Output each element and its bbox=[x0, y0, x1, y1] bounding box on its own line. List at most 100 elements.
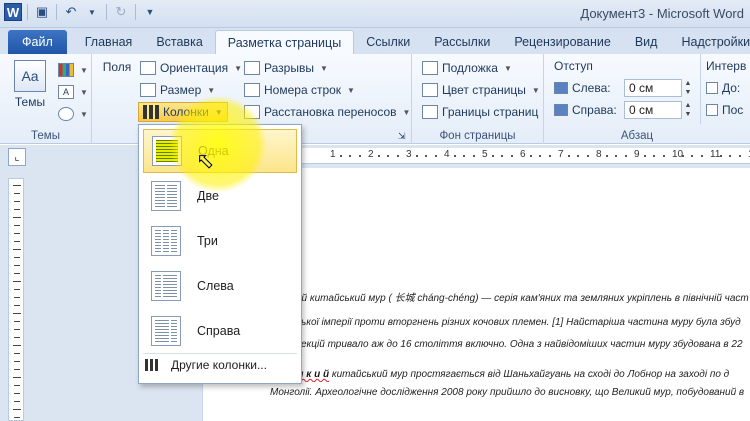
ruler-tick bbox=[13, 409, 21, 410]
tab-review[interactable]: Рецензирование bbox=[502, 30, 623, 54]
vertical-ruler[interactable] bbox=[8, 178, 24, 421]
page-color-button[interactable]: Цвет страницы ▼ bbox=[422, 80, 540, 100]
indent-title: Отступ bbox=[554, 59, 593, 73]
tab-page-layout[interactable]: Разметка страницы bbox=[214, 30, 355, 54]
ruler-dot bbox=[539, 155, 541, 157]
ruler-tick bbox=[14, 353, 20, 354]
save-icon[interactable]: ▣ bbox=[33, 3, 51, 21]
margins-button[interactable]: Поля bbox=[100, 60, 328, 260]
ruler-tick bbox=[14, 201, 20, 202]
ruler-tick bbox=[14, 193, 20, 194]
columns-option-right[interactable]: Справа bbox=[143, 309, 297, 353]
columns-option-two[interactable]: Две bbox=[143, 174, 297, 218]
columns-option-one[interactable]: Одна bbox=[143, 129, 297, 173]
document-line-4: В е л и к и й китайський мур простягаєть… bbox=[270, 368, 750, 382]
tab-mailings[interactable]: Рассылки bbox=[422, 30, 502, 54]
orientation-label: Ориентация bbox=[160, 61, 229, 75]
indent-left-spinner[interactable]: ▲ ▼ bbox=[682, 79, 694, 97]
indent-right-input[interactable]: 0 см bbox=[624, 101, 682, 119]
spacing-after-label[interactable]: Пос bbox=[706, 100, 743, 120]
indent-right-spinner[interactable]: ▲ ▼ bbox=[682, 101, 694, 119]
redo-icon[interactable]: ↻ bbox=[112, 3, 130, 21]
theme-effects-button[interactable]: ▼ bbox=[58, 104, 88, 124]
page-borders-button[interactable]: Границы страниц bbox=[422, 102, 538, 122]
document-line-5: Монголії. Археологічне дослідження 2008 … bbox=[270, 387, 745, 398]
ruler-tick bbox=[13, 185, 21, 186]
hyphenation-icon bbox=[244, 105, 260, 119]
word-logo-icon[interactable]: W bbox=[4, 3, 22, 21]
ruler-tick bbox=[14, 321, 20, 322]
columns-option-three[interactable]: Три bbox=[143, 219, 297, 263]
more-columns-button[interactable]: Другие колонки... bbox=[145, 358, 267, 372]
spacing-before-icon bbox=[706, 82, 718, 94]
ruler-tick bbox=[13, 217, 21, 218]
qat-separator bbox=[56, 4, 57, 20]
breaks-label: Разрывы bbox=[264, 61, 314, 75]
page-borders-label: Границы страниц bbox=[442, 105, 539, 119]
indent-right-label: Справа: bbox=[554, 100, 617, 120]
page-background-group-label: Фон страницы bbox=[439, 130, 516, 142]
ruler-dot bbox=[434, 155, 437, 157]
columns-button[interactable]: Колонки ▼ bbox=[138, 102, 228, 122]
ruler-dot bbox=[349, 155, 351, 157]
theme-colors-button[interactable]: ▼ bbox=[58, 60, 88, 80]
watermark-button[interactable]: Подложка ▼ bbox=[422, 58, 512, 78]
tab-view[interactable]: Вид bbox=[623, 30, 670, 54]
customize-qat-icon[interactable]: ▼ bbox=[141, 3, 159, 21]
undo-icon[interactable]: ↶ bbox=[62, 3, 80, 21]
ruler-number: 8 bbox=[596, 149, 602, 160]
left-column-icon bbox=[151, 271, 181, 301]
spacing-title: Интерв bbox=[706, 59, 747, 73]
ruler-tick bbox=[13, 281, 21, 282]
tab-home[interactable]: Главная bbox=[73, 30, 145, 54]
watermark-icon bbox=[422, 61, 438, 75]
themes-group: Aa Темы ▼ A ▼ ▼ Темы bbox=[0, 54, 92, 144]
theme-fonts-icon: A bbox=[58, 85, 74, 99]
size-label: Размер bbox=[160, 83, 202, 97]
window-title: Документ3 - Microsoft Word bbox=[580, 6, 744, 21]
ruler-tick bbox=[14, 273, 20, 274]
themes-button[interactable]: Aa Темы bbox=[10, 60, 50, 109]
ruler-tick bbox=[14, 297, 20, 298]
columns-option-label: Две bbox=[197, 189, 219, 203]
tab-insert[interactable]: Вставка bbox=[144, 30, 214, 54]
theme-fonts-button[interactable]: A ▼ bbox=[58, 82, 88, 102]
qat-separator bbox=[135, 4, 136, 20]
columns-dropdown-menu: Одна Две Три Слева Справа Другие колонки… bbox=[138, 124, 302, 384]
dropdown-arrow-icon[interactable]: ▼ bbox=[83, 3, 101, 21]
ruler-tick bbox=[13, 345, 21, 346]
tab-selector-icon[interactable]: ⌞ bbox=[8, 148, 26, 166]
ruler-number: 4 bbox=[444, 149, 450, 160]
document-line-2: ської імперії проти вторгнень різних коч… bbox=[296, 317, 741, 328]
ruler-dot bbox=[567, 155, 570, 157]
ruler-number: 2 bbox=[368, 149, 374, 160]
orientation-button[interactable]: Ориентация ▼ bbox=[140, 58, 242, 78]
page-setup-launcher-icon[interactable]: ⇲ bbox=[398, 126, 406, 146]
ruler-tick bbox=[14, 241, 20, 242]
document-line-1: ий китайський мур ( 长城 cháng-chéng) — се… bbox=[296, 293, 749, 304]
ruler-tick bbox=[13, 249, 21, 250]
ruler-dot bbox=[510, 155, 513, 157]
page-borders-icon bbox=[422, 105, 438, 119]
hyphenation-button[interactable]: Расстановка переносов ▼ bbox=[244, 102, 410, 122]
ruler-tick bbox=[14, 417, 20, 418]
tab-addins[interactable]: Надстройки bbox=[669, 30, 750, 54]
indent-left-text: Слева: bbox=[572, 81, 611, 95]
watermark-label: Подложка bbox=[442, 61, 498, 75]
tab-references[interactable]: Ссылки bbox=[354, 30, 422, 54]
columns-option-left[interactable]: Слева bbox=[143, 264, 297, 308]
breaks-button[interactable]: Разрывы ▼ bbox=[244, 58, 328, 78]
ruler-dot bbox=[463, 155, 465, 157]
ruler-dot bbox=[586, 155, 589, 157]
ruler-dot bbox=[719, 155, 722, 157]
tab-file[interactable]: Файл bbox=[8, 30, 67, 54]
spacing-before-label[interactable]: До: bbox=[706, 78, 740, 98]
size-button[interactable]: Размер ▼ bbox=[140, 80, 215, 100]
horizontal-ruler[interactable]: 123456789101112 bbox=[300, 148, 750, 164]
ruler-dot bbox=[548, 155, 551, 157]
three-columns-icon bbox=[151, 226, 181, 256]
more-columns-label: Другие колонки... bbox=[171, 358, 267, 372]
indent-left-icon bbox=[554, 82, 568, 94]
line-numbers-button[interactable]: Номера строк ▼ bbox=[244, 80, 355, 100]
indent-left-input[interactable]: 0 см bbox=[624, 79, 682, 97]
